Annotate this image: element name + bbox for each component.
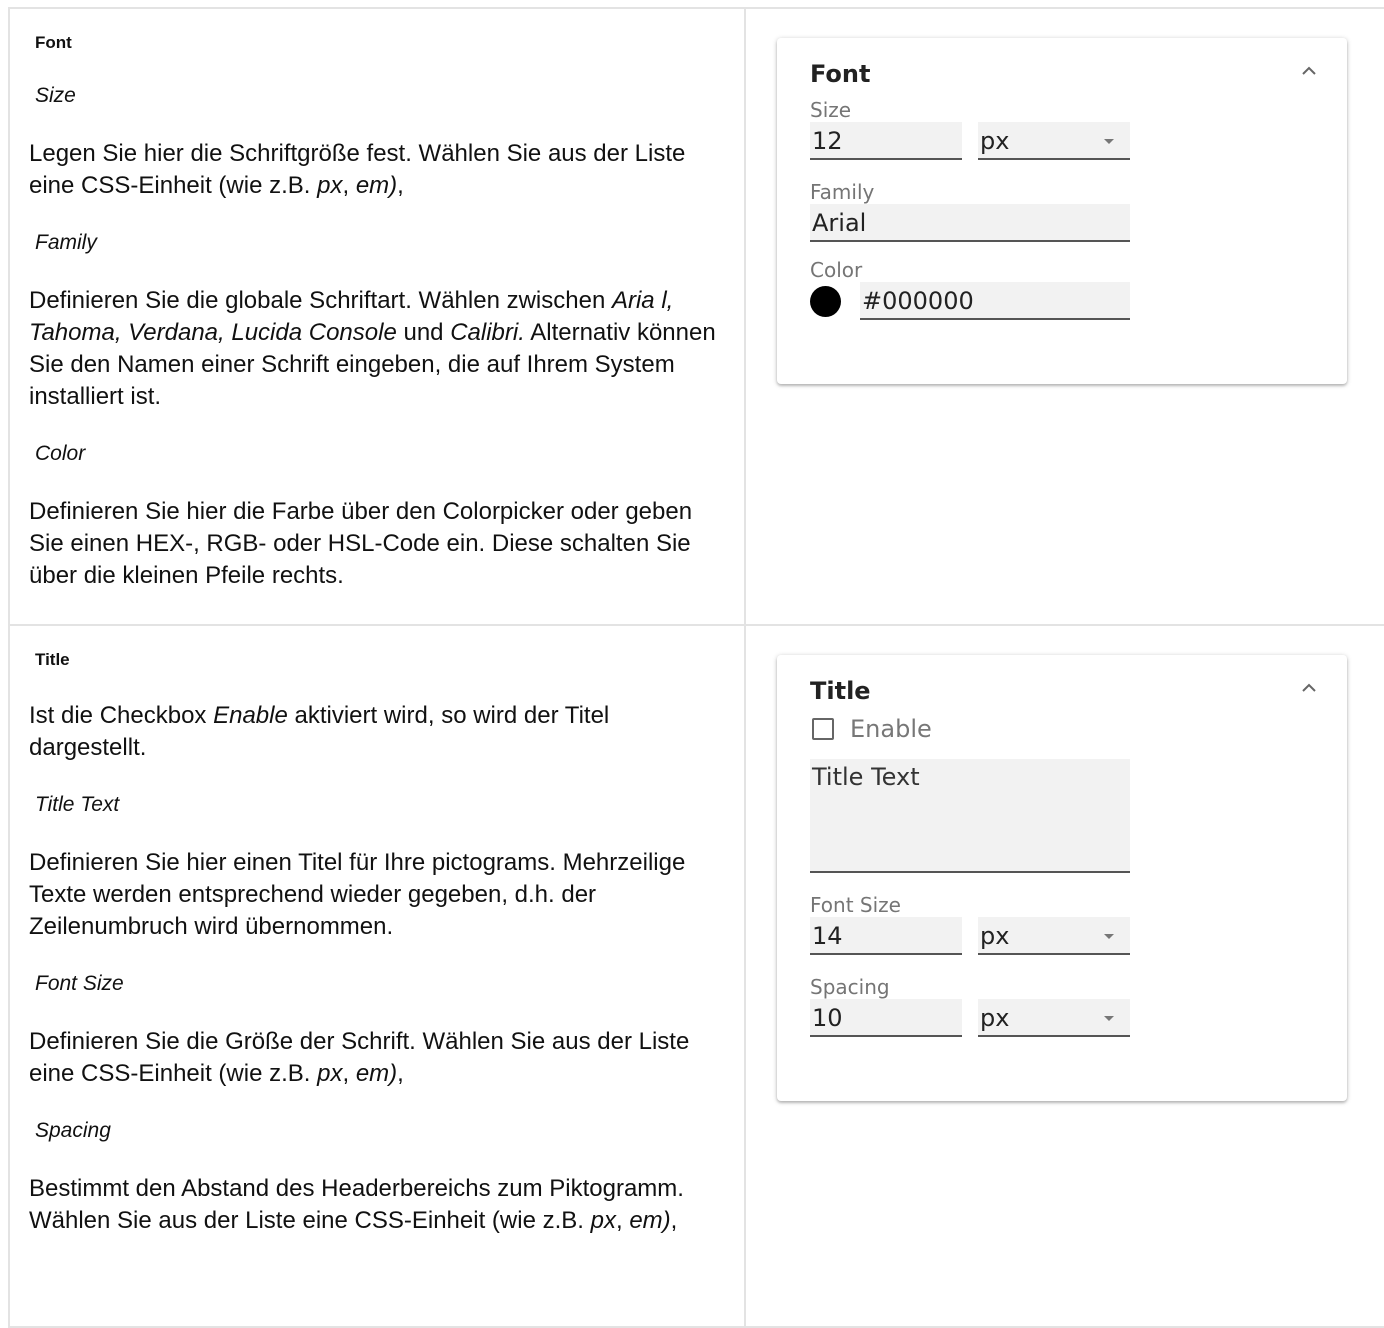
documentation-table: Font Size Legen Sie hier die Schriftgröß… xyxy=(8,7,1384,1328)
title-description-cell: Title Ist die Checkbox Enable aktiviert … xyxy=(8,624,746,1328)
family-input[interactable]: Arial xyxy=(810,204,1130,242)
subheading-font-size: Font Size xyxy=(35,972,124,995)
spacing-input[interactable]: 10 xyxy=(810,999,962,1037)
color-label: Color xyxy=(810,258,863,282)
font-description-cell: Font Size Legen Sie hier die Schriftgröß… xyxy=(8,7,746,626)
chevron-up-icon[interactable] xyxy=(1301,681,1317,693)
paragraph-enable: Ist die Checkbox Enable aktiviert wird, … xyxy=(29,702,610,761)
dropdown-caret-icon xyxy=(1104,139,1114,144)
font-size-unit-select[interactable]: px xyxy=(978,917,1130,955)
size-input[interactable]: 12 xyxy=(810,122,962,160)
paragraph-font-size: Definieren Sie die Größe der Schrift. Wä… xyxy=(29,1028,690,1087)
subheading-spacing: Spacing xyxy=(35,1119,111,1142)
spacing-label: Spacing xyxy=(810,975,890,999)
page: Font Size Legen Sie hier die Schriftgröß… xyxy=(0,0,1384,1328)
enable-checkbox-row[interactable]: Enable xyxy=(812,715,1347,743)
subheading-title-text: Title Text xyxy=(35,793,120,816)
paragraph-family: Definieren Sie die globale Schriftart. W… xyxy=(29,287,716,410)
title-card-cell: Title Enable Title Text Font Size 14 px … xyxy=(744,624,1384,1328)
paragraph-size: Legen Sie hier die Schriftgröße fest. Wä… xyxy=(29,140,686,199)
dropdown-caret-icon xyxy=(1104,934,1114,939)
enable-label: Enable xyxy=(850,715,932,743)
font-size-input[interactable]: 14 xyxy=(810,917,962,955)
size-label: Size xyxy=(810,98,852,122)
family-label: Family xyxy=(810,180,875,204)
title-row: Title Ist die Checkbox Enable aktiviert … xyxy=(8,624,1384,1328)
font-size-label: Font Size xyxy=(810,893,901,917)
subheading-color: Color xyxy=(35,442,86,465)
spacing-unit-select[interactable]: px xyxy=(978,999,1130,1037)
paragraph-title-text: Definieren Sie hier einen Titel für Ihre… xyxy=(29,849,686,940)
size-unit-select[interactable]: px xyxy=(978,122,1130,160)
color-input[interactable]: #000000 xyxy=(860,282,1130,320)
color-swatch[interactable] xyxy=(810,285,841,317)
title-settings-card: Title Enable Title Text Font Size 14 px … xyxy=(777,655,1347,1101)
paragraph-spacing: Bestimmt den Abstand des Headerbereichs … xyxy=(29,1175,684,1234)
chevron-up-icon[interactable] xyxy=(1301,64,1317,76)
enable-checkbox[interactable] xyxy=(812,718,834,740)
card-title: Font xyxy=(810,60,871,88)
card-title: Title xyxy=(810,677,871,705)
font-card-cell: Font Size 12 px Family Arial Color #0000… xyxy=(744,7,1384,626)
title-text-textarea[interactable]: Title Text xyxy=(810,759,1130,873)
font-settings-card: Font Size 12 px Family Arial Color #0000… xyxy=(777,38,1347,384)
subheading-family: Family xyxy=(35,231,97,254)
section-heading: Title xyxy=(35,650,70,669)
section-heading: Font xyxy=(35,33,72,52)
subheading-size: Size xyxy=(35,84,76,107)
dropdown-caret-icon xyxy=(1104,1016,1114,1021)
font-row: Font Size Legen Sie hier die Schriftgröß… xyxy=(8,7,1384,626)
paragraph-color: Definieren Sie hier die Farbe über den C… xyxy=(29,498,693,589)
